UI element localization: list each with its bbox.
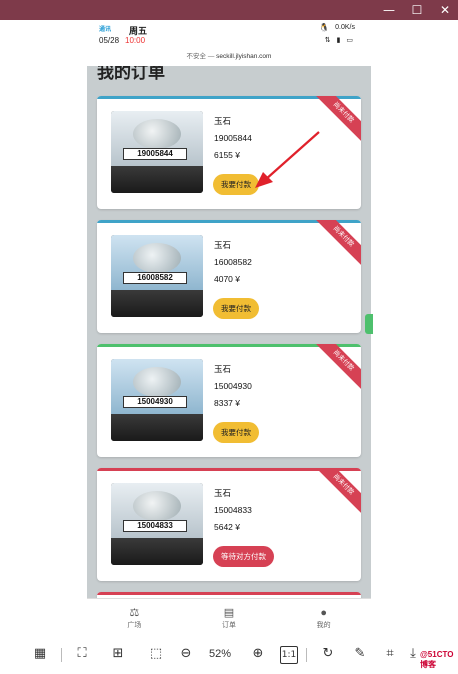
product-name: 玉石 <box>214 364 232 374</box>
product-name: 玉石 <box>214 240 232 250</box>
product-code: 19005844 <box>214 133 252 143</box>
jade-certificate-image: 19005844 <box>111 111 203 193</box>
security-label: 不安全 — <box>186 53 215 60</box>
actual-size-icon[interactable]: ⊞ <box>108 646 128 664</box>
status-ribbon: 尚未付款 <box>312 220 361 268</box>
viewer-toolbar: ▦ ⛶ ⊞ ⬚ ⊖ 52% ⊕ 1:1 ↻ ✎ ⌗ ⤓ <box>0 636 458 674</box>
one-to-one-button[interactable]: 1:1 <box>280 646 298 664</box>
product-price: 4070 ¥ <box>214 274 240 284</box>
watermark: @51CTO博客 <box>420 650 454 669</box>
zoom-out-icon[interactable]: ⊖ <box>176 646 196 664</box>
certificate-number: 15004833 <box>123 520 187 532</box>
fullscreen-icon[interactable]: ⬚ <box>146 646 166 664</box>
nav-label: 广场 <box>127 621 142 629</box>
product-price: 5642 ¥ <box>214 522 240 532</box>
signal-battery-icon: ⇅ ▮ ▭ <box>324 37 355 44</box>
window-controls: — ☐ ✕ <box>382 0 452 20</box>
crop-icon[interactable]: ⌗ <box>380 646 400 664</box>
product-code: 16008582 <box>214 257 252 267</box>
nav-item-orders[interactable]: ▤ 订单 <box>182 599 277 636</box>
jade-certificate-image: 15004833 <box>111 483 203 565</box>
time: 10:00 <box>125 36 146 45</box>
nav-label: 我的 <box>316 621 331 629</box>
close-icon[interactable]: ✕ <box>438 3 452 17</box>
user-icon: ● <box>320 606 327 619</box>
product-code: 15004833 <box>214 505 252 515</box>
carrier-logo: 通讯 <box>99 27 112 33</box>
card-stripe <box>97 592 361 595</box>
pay-button[interactable]: 我要付款 <box>213 298 259 319</box>
order-info: 玉石 15004833 5642 ¥ <box>214 485 252 536</box>
certificate-number: 16008582 <box>123 272 187 284</box>
product-name: 玉石 <box>214 116 232 126</box>
url-host: seckill.jlyishan.com <box>216 53 272 60</box>
product-name: 玉石 <box>214 488 232 498</box>
network-speed: 0.0K/s <box>335 24 355 31</box>
phone-screen: 通讯 周五 05/28 10:00 🐧 0.0K/s ⇅ ▮ ▭ 不安全 — s… <box>87 20 371 636</box>
certificate-number: 19005844 <box>123 148 187 160</box>
scale-icon: ⚖ <box>129 606 140 619</box>
annotation-arrow <box>255 131 320 188</box>
product-price: 8337 ¥ <box>214 398 240 408</box>
awaiting-payment-button[interactable]: 等待对方付款 <box>213 546 274 567</box>
status-ribbon: 尚未付款 <box>312 468 361 516</box>
list-icon: ▤ <box>223 606 235 619</box>
nav-label: 订单 <box>222 621 236 629</box>
order-info: 玉石 19005844 6155 ¥ <box>214 113 252 164</box>
jade-certificate-image: 15004930 <box>111 359 203 441</box>
rotate-icon[interactable]: ↻ <box>318 646 338 664</box>
edit-icon[interactable]: ✎ <box>350 646 370 664</box>
window-title-bar: — ☐ ✕ <box>0 0 458 20</box>
jade-certificate-image: 16008582 <box>111 235 203 317</box>
fit-screen-icon[interactable]: ⛶ <box>72 646 92 664</box>
minimize-icon[interactable]: — <box>382 3 396 17</box>
order-card[interactable]: 15004930 玉石 15004930 8337 ¥ 我要付款 尚未付款 <box>97 344 361 457</box>
order-card[interactable]: 15004833 玉石 15004833 5642 ¥ 等待对方付款 尚未付款 <box>97 468 361 581</box>
status-bar: 通讯 周五 05/28 10:00 🐧 0.0K/s ⇅ ▮ ▭ <box>87 20 371 48</box>
certificate-number: 15004930 <box>123 396 187 408</box>
product-price: 6155 ¥ <box>214 150 240 160</box>
date: 05/28 <box>99 36 120 45</box>
maximize-icon[interactable]: ☐ <box>410 3 424 17</box>
layout-icon[interactable]: ▦ <box>30 646 50 664</box>
zoom-level: 52% <box>209 648 232 660</box>
qq-icon: 🐧 <box>319 23 329 32</box>
zoom-in-icon[interactable]: ⊕ <box>248 646 268 664</box>
bottom-nav: ⚖ 广场 ▤ 订单 ● 我的 <box>87 598 371 636</box>
nav-item-square[interactable]: ⚖ 广场 <box>87 599 182 636</box>
order-card[interactable]: 16008582 玉石 16008582 4070 ¥ 我要付款 尚未付款 <box>97 220 361 333</box>
pay-button[interactable]: 我要付款 <box>213 422 259 443</box>
status-ribbon: 尚未付款 <box>312 344 361 392</box>
download-icon[interactable]: ⤓ <box>406 646 420 664</box>
order-info: 玉石 15004930 8337 ¥ <box>214 361 252 412</box>
nav-item-mine[interactable]: ● 我的 <box>276 599 371 636</box>
address-bar[interactable]: 不安全 — seckill.jlyishan.com <box>87 48 371 66</box>
side-float-tab[interactable] <box>365 314 373 334</box>
product-code: 15004930 <box>214 381 252 391</box>
order-info: 玉石 16008582 4070 ¥ <box>214 237 252 288</box>
